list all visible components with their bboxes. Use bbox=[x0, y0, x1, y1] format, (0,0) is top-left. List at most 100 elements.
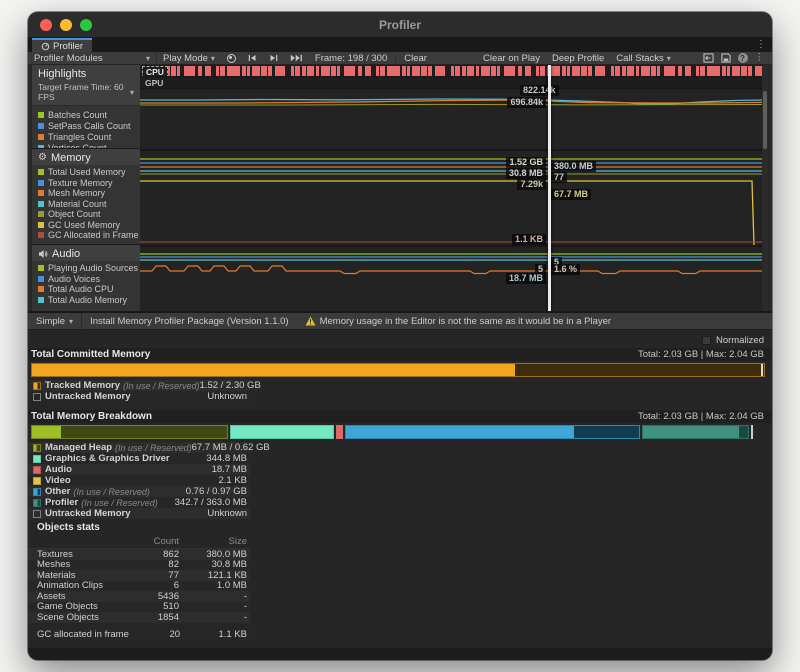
normalized-label[interactable]: Normalized bbox=[716, 335, 764, 346]
legend-item[interactable]: Object Count bbox=[32, 209, 140, 220]
module-audio[interactable]: Audio Playing Audio Sources Audio Voices… bbox=[32, 245, 140, 311]
cpu-track-label[interactable]: CPU bbox=[142, 66, 168, 77]
table-row[interactable]: Assets5436- bbox=[28, 591, 250, 602]
chart-plots[interactable]: CPU GPU 822.14k 696.84k bbox=[140, 65, 762, 311]
row-value: 344.8 MB bbox=[206, 453, 247, 464]
legend-item[interactable]: GC Used Memory bbox=[32, 220, 140, 231]
profiler-modules-dropdown[interactable]: Profiler Modules ▾ bbox=[28, 52, 157, 65]
legend-item[interactable]: Mesh Memory bbox=[32, 188, 140, 199]
stat-size: - bbox=[179, 591, 247, 602]
legend-item[interactable]: Playing Audio Sources bbox=[32, 263, 140, 274]
legend-item[interactable]: Total Used Memory bbox=[32, 167, 140, 178]
play-mode-dropdown[interactable]: Play Mode ▾ bbox=[157, 52, 221, 65]
tab-profiler[interactable]: Profiler bbox=[32, 38, 92, 52]
segment-other[interactable] bbox=[345, 425, 640, 439]
tab-menu-icon[interactable]: ⋮ bbox=[756, 39, 766, 50]
row-value: 1.52 / 2.30 GB bbox=[200, 380, 261, 391]
help-icon[interactable]: ? bbox=[738, 53, 748, 63]
audio-lines bbox=[140, 247, 762, 311]
marker-total-used: 1.52 GB bbox=[506, 157, 546, 168]
install-memory-profiler-button[interactable]: Install Memory Profiler Package (Version… bbox=[82, 313, 297, 330]
series-swatch bbox=[38, 201, 44, 207]
audio-chart[interactable]: 5 5 1.6 % 18.7 MB bbox=[140, 245, 762, 311]
save-profile-icon[interactable] bbox=[721, 53, 731, 63]
memory-breakdown-bar[interactable] bbox=[31, 425, 765, 439]
call-stacks-dropdown[interactable]: Call Stacks ▾ bbox=[610, 52, 677, 65]
marker-object-count: 7.29k bbox=[517, 179, 546, 190]
tracked-memory-row[interactable]: Tracked Memory (In use / Reserved) 1.52 … bbox=[28, 380, 250, 391]
normalized-checkbox[interactable] bbox=[702, 336, 711, 345]
memory-chart[interactable]: 1.52 GB 380.0 MB 30.8 MB 77 7.29k 67.7 M… bbox=[140, 149, 762, 245]
main-toolbar: Profiler Modules ▾ Play Mode ▾ Frame: 19… bbox=[28, 52, 772, 65]
other-row[interactable]: Other (In use / Reserved) 0.76 / 0.97 GB bbox=[28, 486, 250, 497]
gc-allocated-row[interactable]: GC allocated in frame201.1 KB bbox=[28, 630, 250, 641]
legend-item[interactable]: Total Audio Memory bbox=[32, 295, 140, 306]
record-button[interactable] bbox=[221, 52, 242, 65]
legend-item[interactable]: Total Audio CPU bbox=[32, 284, 140, 295]
committed-memory-bar[interactable] bbox=[31, 363, 765, 377]
marker-material-count: 77 bbox=[551, 172, 567, 183]
next-frame-button[interactable] bbox=[263, 52, 284, 65]
gpu-activity-row[interactable]: GPU bbox=[140, 77, 762, 89]
table-row[interactable]: Animation Clips61.0 MB bbox=[28, 581, 250, 592]
call-stacks-label: Call Stacks bbox=[616, 53, 664, 64]
chart-scrollbar[interactable] bbox=[762, 65, 768, 311]
segment-audio[interactable] bbox=[336, 425, 343, 439]
frame-playhead[interactable] bbox=[548, 65, 551, 311]
segment-profiler[interactable] bbox=[642, 425, 749, 439]
untracked-memory-row[interactable]: Untracked Memory Unknown bbox=[28, 391, 250, 402]
highlights-chart[interactable]: 822.14k 696.84k bbox=[140, 89, 762, 149]
untracked-row[interactable]: Untracked Memory Unknown bbox=[28, 508, 250, 519]
load-profile-icon[interactable] bbox=[703, 53, 714, 63]
table-row[interactable]: Materials77121.1 KB bbox=[28, 570, 250, 581]
objects-stats-title: Objects stats bbox=[28, 519, 772, 536]
window-bottom-edge bbox=[28, 648, 772, 660]
legend-item[interactable]: Batches Count bbox=[32, 109, 140, 120]
deep-profile-button[interactable]: Deep Profile bbox=[546, 52, 610, 65]
legend-item[interactable]: GC Allocated in Frame bbox=[32, 230, 140, 241]
segment-managed-heap[interactable] bbox=[31, 425, 228, 439]
table-row[interactable]: Scene Objects1854- bbox=[28, 612, 250, 623]
profiler-row[interactable]: Profiler (In use / Reserved) 342.7 / 363… bbox=[28, 497, 250, 508]
legend-label: Material Count bbox=[48, 199, 107, 209]
previous-frame-button[interactable] bbox=[242, 52, 263, 65]
module-title: Highlights bbox=[38, 68, 86, 80]
breakdown-totals: Total: 2.03 GB | Max: 2.04 GB bbox=[638, 411, 764, 422]
marker-highlights-left: 696.84k bbox=[507, 97, 546, 108]
legend-item[interactable]: Triangles Count bbox=[32, 131, 140, 142]
audio-row[interactable]: Audio 18.7 MB bbox=[28, 464, 250, 475]
stat-size: 1.0 MB bbox=[179, 580, 247, 591]
video-swatch bbox=[33, 477, 41, 485]
legend-item[interactable]: SetPass Calls Count bbox=[32, 120, 140, 131]
target-frame-time-dropdown[interactable]: Target Frame Time: 60 FPS ▾ bbox=[32, 81, 140, 106]
graphics-row[interactable]: Graphics & Graphics Driver 344.8 MB bbox=[28, 453, 250, 464]
chart-area: Highlights Target Frame Time: 60 FPS ▾ B… bbox=[32, 65, 768, 311]
gpu-track-label[interactable]: GPU bbox=[142, 78, 166, 88]
table-row[interactable]: Game Objects510- bbox=[28, 602, 250, 613]
stat-count: 20 bbox=[129, 629, 180, 640]
details-view-dropdown[interactable]: Simple ▾ bbox=[28, 313, 82, 330]
video-row[interactable]: Video 2.1 KB bbox=[28, 475, 250, 486]
cpu-activity-row[interactable]: CPU bbox=[140, 65, 762, 77]
chevron-down-icon: ▾ bbox=[211, 54, 215, 63]
row-value: 0.76 / 0.97 GB bbox=[186, 486, 247, 497]
current-frame-button[interactable] bbox=[284, 52, 309, 65]
legend-item[interactable]: Material Count bbox=[32, 199, 140, 210]
series-swatch bbox=[38, 276, 44, 282]
frame-counter: Frame: 198 / 300 bbox=[309, 52, 393, 65]
clear-button[interactable]: Clear bbox=[398, 52, 433, 65]
legend-item[interactable]: Vertices Count bbox=[32, 142, 140, 149]
toolbar-menu-icon[interactable]: ⋮ bbox=[755, 53, 765, 63]
chart-scrollbar-thumb[interactable] bbox=[763, 91, 767, 149]
segment-graphics[interactable] bbox=[230, 425, 334, 439]
module-memory[interactable]: ⚙Memory Total Used Memory Texture Memory… bbox=[32, 149, 140, 245]
legend-item[interactable]: Texture Memory bbox=[32, 178, 140, 189]
managed-heap-row[interactable]: Managed Heap (In use / Reserved) 67.7 MB… bbox=[28, 442, 250, 453]
legend-item[interactable]: Audio Voices bbox=[32, 274, 140, 285]
clear-on-play-button[interactable]: Clear on Play bbox=[477, 52, 546, 65]
module-highlights[interactable]: Highlights Target Frame Time: 60 FPS ▾ B… bbox=[32, 65, 140, 149]
table-row[interactable]: Textures862380.0 MB bbox=[28, 549, 250, 560]
table-row[interactable]: Meshes8230.8 MB bbox=[28, 560, 250, 571]
committed-section-header: Total Committed Memory Total: 2.03 GB | … bbox=[28, 348, 772, 361]
graphics-swatch bbox=[33, 455, 41, 463]
